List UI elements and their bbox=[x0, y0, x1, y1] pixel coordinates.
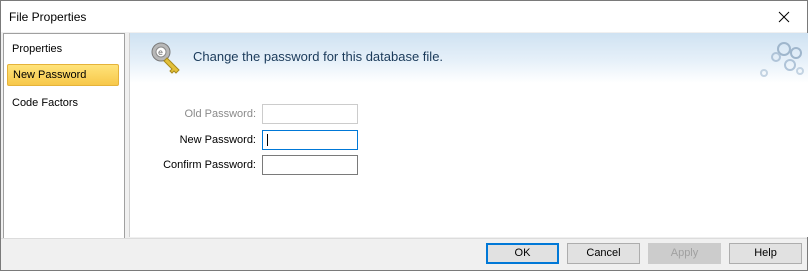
text-caret bbox=[267, 134, 268, 146]
file-properties-dialog: File Properties Properties New Password … bbox=[0, 0, 808, 271]
svg-text:e: e bbox=[158, 48, 163, 57]
banner-title: Change the password for this database fi… bbox=[193, 49, 444, 64]
sidebar-item-label: Properties bbox=[12, 43, 63, 55]
window-title: File Properties bbox=[9, 10, 87, 24]
decorative-rings-icon bbox=[760, 42, 804, 77]
cancel-button[interactable]: Cancel bbox=[567, 243, 640, 264]
sidebar-item-code-factors[interactable]: Code Factors bbox=[7, 92, 119, 114]
footer-divider bbox=[1, 238, 807, 239]
help-button[interactable]: Help bbox=[729, 243, 802, 264]
confirm-password-label: Confirm Password: bbox=[163, 159, 256, 171]
new-password-label: New Password: bbox=[179, 134, 256, 146]
content-panel: e Change the password for this database … bbox=[129, 33, 808, 237]
close-button[interactable] bbox=[761, 1, 807, 32]
close-icon bbox=[778, 11, 790, 22]
apply-button[interactable]: Apply bbox=[648, 243, 721, 264]
sidebar-item-label: Code Factors bbox=[12, 97, 79, 109]
sidebar-item-label: New Password bbox=[13, 69, 87, 81]
old-password-label: Old Password: bbox=[184, 108, 256, 120]
key-icon: e bbox=[151, 42, 180, 74]
old-password-field[interactable] bbox=[262, 104, 358, 124]
ok-button[interactable]: OK bbox=[486, 243, 559, 264]
new-password-field[interactable] bbox=[262, 130, 358, 150]
property-sidebar: Properties New Password Code Factors bbox=[3, 33, 125, 239]
confirm-password-field[interactable] bbox=[262, 155, 358, 175]
sidebar-item-properties[interactable]: Properties bbox=[7, 38, 119, 60]
title-bar[interactable]: File Properties bbox=[1, 1, 807, 32]
header-banner: e Change the password for this database … bbox=[130, 33, 808, 83]
sidebar-item-new-password[interactable]: New Password bbox=[7, 64, 119, 86]
